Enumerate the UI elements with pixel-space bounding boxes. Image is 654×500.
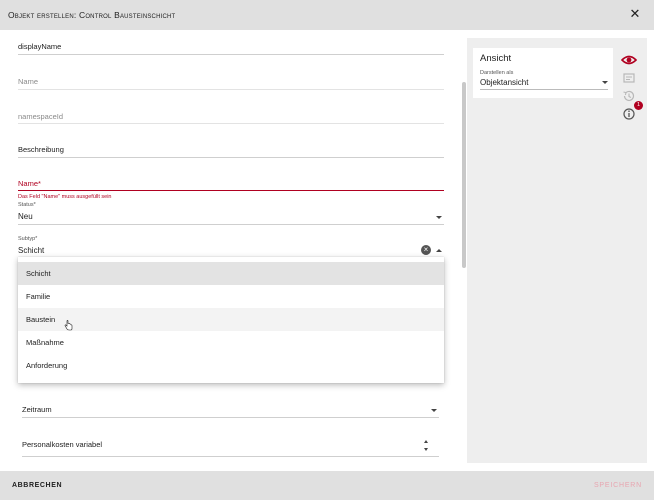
name-field[interactable]: Name: [18, 73, 444, 90]
subtype-dropdown: Schicht Familie Baustein Maßnahme Anford…: [18, 257, 444, 383]
dialog-footer: ABBRECHEN SPEICHERN: [0, 471, 654, 500]
option-anforderung[interactable]: Anforderung: [18, 354, 444, 377]
description-label: Beschreibung: [18, 145, 64, 154]
display-name-label: displayName: [18, 42, 62, 51]
name-required-field[interactable]: Name*: [18, 175, 444, 191]
subtype-value: Schicht: [18, 246, 45, 255]
chevron-down-icon[interactable]: [602, 81, 608, 84]
name-label: Name: [18, 77, 39, 86]
dialog-content: displayName Name namespaceId Beschreibun…: [0, 30, 654, 471]
name-error-message: Das Feld "Name" muss ausgefüllt sein: [18, 194, 112, 200]
info-badge: 1: [634, 101, 643, 110]
option-familie[interactable]: Familie: [18, 285, 444, 308]
subtype-label: Subtyp*: [18, 236, 38, 242]
clear-icon[interactable]: ×: [421, 245, 431, 255]
dialog-title: Objekt erstellen: Control Bausteinschich…: [8, 10, 176, 20]
option-baustein[interactable]: Baustein: [18, 308, 444, 331]
timeframe-select[interactable]: Zeitraum: [22, 401, 439, 418]
dialog-header: Objekt erstellen: Control Bausteinschich…: [0, 0, 654, 30]
view-title: Ansicht: [480, 53, 512, 64]
option-massnahme[interactable]: Maßnahme: [18, 331, 444, 354]
number-stepper-icon[interactable]: [423, 439, 431, 453]
save-button[interactable]: SPEICHERN: [594, 482, 642, 489]
status-select[interactable]: Status* Neu: [18, 202, 444, 225]
personnel-costs-label: Personalkosten variabel: [22, 440, 103, 449]
namespace-id-label: namespaceId: [18, 112, 64, 121]
chevron-down-icon[interactable]: [436, 216, 442, 219]
view-panel: Ansicht Darstellen als Objektansicht: [467, 38, 647, 463]
personnel-costs-field[interactable]: Personalkosten variabel: [22, 436, 439, 457]
display-as-underline: [480, 89, 608, 90]
display-as-label: Darstellen als: [480, 70, 514, 76]
namespace-id-field[interactable]: namespaceId: [18, 108, 444, 124]
cancel-button[interactable]: ABBRECHEN: [12, 482, 62, 489]
chevron-up-icon[interactable]: [436, 249, 442, 252]
scrollbar-thumb[interactable]: [462, 82, 466, 268]
status-label: Status*: [18, 202, 36, 208]
subtype-select[interactable]: Subtyp* Schicht ×: [18, 236, 444, 259]
timeframe-label: Zeitraum: [22, 405, 52, 414]
hand-cursor-icon: [64, 320, 73, 331]
display-as-value[interactable]: Objektansicht: [480, 78, 528, 87]
eye-icon[interactable]: [621, 52, 637, 68]
close-icon[interactable]: ✕: [628, 7, 642, 21]
view-card: Ansicht Darstellen als Objektansicht: [473, 48, 613, 98]
card-icon[interactable]: [621, 70, 637, 86]
name-required-label: Name*: [18, 179, 41, 188]
option-schicht[interactable]: Schicht: [18, 262, 444, 285]
chevron-down-icon[interactable]: [431, 409, 437, 412]
description-field[interactable]: Beschreibung: [18, 141, 444, 158]
status-value: Neu: [18, 212, 33, 221]
display-name-field[interactable]: displayName: [18, 38, 444, 55]
